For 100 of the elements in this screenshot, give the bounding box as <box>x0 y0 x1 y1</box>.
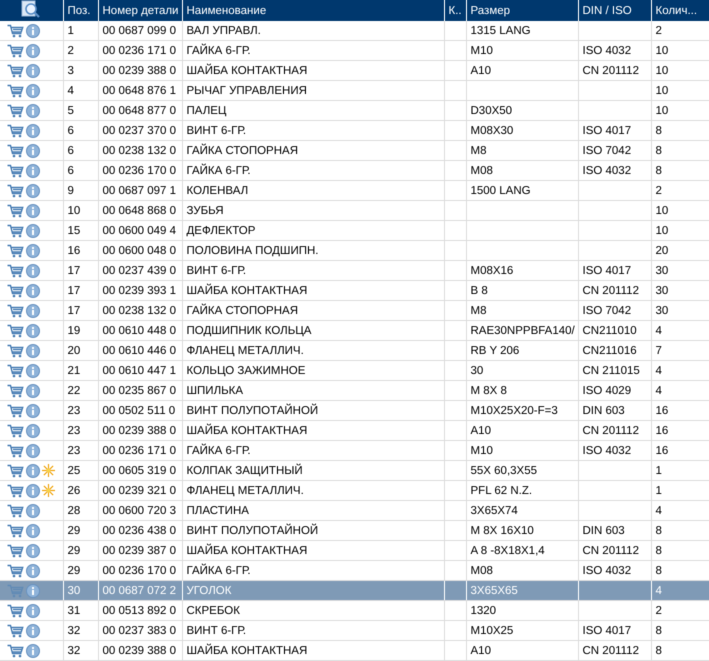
cart-icon[interactable] <box>7 564 24 578</box>
table-row[interactable]: 2 00 0236 171 0 ГАЙКА 6-ГР. M10 ISO 4032 10 <box>0 40 709 60</box>
cart-icon[interactable] <box>7 224 24 238</box>
info-icon[interactable] <box>26 304 40 318</box>
table-row[interactable]: 31 00 0513 892 0 СКРЕБОК 1320 2 <box>0 600 709 620</box>
info-icon[interactable] <box>26 124 40 138</box>
info-icon[interactable] <box>26 484 40 498</box>
info-icon[interactable] <box>26 224 40 238</box>
cart-icon[interactable] <box>7 184 24 198</box>
cart-icon[interactable] <box>7 624 24 638</box>
table-row[interactable]: 32 00 0237 383 0 ВИНТ 6-ГР. M10X25 ISO 4017 8 <box>0 620 709 640</box>
info-icon[interactable] <box>26 624 40 638</box>
cart-icon[interactable] <box>7 324 24 338</box>
table-row[interactable]: 20 00 0610 446 0 ФЛАНЕЦ МЕТАЛЛИЧ. RB Y 206 CN211016 7 <box>0 340 709 360</box>
table-row[interactable]: 29 00 0239 387 0 ШАЙБА КОНТАКТНАЯ A 8 -8X18X1,4 CN 201112 8 <box>0 540 709 560</box>
cart-icon[interactable] <box>7 644 24 658</box>
cart-icon[interactable] <box>7 44 24 58</box>
info-icon[interactable] <box>26 44 40 58</box>
info-icon[interactable] <box>26 144 40 158</box>
table-row[interactable]: 32 00 0239 388 0 ШАЙБА КОНТАКТНАЯ A10 CN 201112 8 <box>0 640 709 660</box>
info-icon[interactable] <box>26 524 40 538</box>
table-row[interactable]: 28 00 0600 720 3 ПЛАСТИНА 3X65X74 4 <box>0 500 709 520</box>
cart-icon[interactable] <box>7 364 24 378</box>
cart-icon[interactable] <box>7 304 24 318</box>
info-icon[interactable] <box>26 64 40 78</box>
cart-icon[interactable] <box>7 484 24 498</box>
table-row[interactable]: 19 00 0610 448 0 ПОДШИПНИК КОЛЬЦА RAE30NPPBFA140/ CN211010 4 <box>0 320 709 340</box>
table-row[interactable]: 10 00 0648 868 0 ЗУБЬЯ 10 <box>0 200 709 220</box>
column-header[interactable]: Размер <box>466 0 578 21</box>
table-row[interactable]: 1 00 0687 099 0 ВАЛ УПРАВЛ. 1315 LANG 2 <box>0 21 709 40</box>
table-row[interactable]: 17 00 0238 132 0 ГАЙКА СТОПОРНАЯ M8 ISO 7042 30 <box>0 300 709 320</box>
cart-icon[interactable] <box>7 24 24 38</box>
info-icon[interactable] <box>26 24 40 38</box>
cart-icon[interactable] <box>7 504 24 518</box>
info-icon[interactable] <box>26 604 40 618</box>
info-icon[interactable] <box>26 404 40 418</box>
cart-icon[interactable] <box>7 524 24 538</box>
cart-icon[interactable] <box>7 164 24 178</box>
table-row[interactable]: 5 00 0648 877 0 ПАЛЕЦ D30X50 10 <box>0 100 709 120</box>
table-row[interactable]: 22 00 0235 867 0 ШПИЛЬКА M 8X 8 ISO 4029 4 <box>0 380 709 400</box>
table-row[interactable]: 23 00 0236 171 0 ГАЙКА 6-ГР. M10 ISO 4032 16 <box>0 440 709 460</box>
cart-icon[interactable] <box>7 344 24 358</box>
info-icon[interactable] <box>26 84 40 98</box>
table-row[interactable]: 9 00 0687 097 1 КОЛЕНВАЛ 1500 LANG 2 <box>0 180 709 200</box>
cart-icon[interactable] <box>7 244 24 258</box>
info-icon[interactable] <box>26 164 40 178</box>
info-icon[interactable] <box>26 544 40 558</box>
cart-icon[interactable] <box>7 444 24 458</box>
table-row[interactable]: 29 00 0236 438 0 ВИНТ ПОЛУПОТАЙНОЙ M 8X 16X10 DIN 603 8 <box>0 520 709 540</box>
cart-icon[interactable] <box>7 604 24 618</box>
info-icon[interactable] <box>26 444 40 458</box>
info-icon[interactable] <box>26 364 40 378</box>
info-icon[interactable] <box>26 384 40 398</box>
table-row[interactable]: 16 00 0600 048 0 ПОЛОВИНА ПОДШИПН. 20 <box>0 240 709 260</box>
info-icon[interactable] <box>26 424 40 438</box>
info-icon[interactable] <box>26 464 40 478</box>
table-row[interactable]: 21 00 0610 447 1 КОЛЬЦО ЗАЖИМНОЕ 30 CN 211015 4 <box>0 360 709 380</box>
table-row[interactable]: 25 00 0605 319 0 КОЛПАК ЗАЩИТНЫЙ 55X 60,3X55 1 <box>0 460 709 480</box>
column-header[interactable]: Наименование <box>182 0 444 21</box>
info-icon[interactable] <box>26 324 40 338</box>
info-icon[interactable] <box>26 584 40 598</box>
info-icon[interactable] <box>26 244 40 258</box>
cart-icon[interactable] <box>7 124 24 138</box>
cart-icon[interactable] <box>7 544 24 558</box>
column-header[interactable]: Поз. <box>63 0 98 21</box>
table-row[interactable]: 23 00 0502 511 0 ВИНТ ПОЛУПОТАЙНОЙ M10X25X20-F=3 DIN 603 16 <box>0 400 709 420</box>
table-row[interactable]: 17 00 0237 439 0 ВИНТ 6-ГР. M08X16 ISO 4017 30 <box>0 260 709 280</box>
cart-icon[interactable] <box>7 204 24 218</box>
cart-icon[interactable] <box>7 384 24 398</box>
cart-icon[interactable] <box>7 424 24 438</box>
table-row[interactable]: 6 00 0237 370 0 ВИНТ 6-ГР. M08X30 ISO 4017 8 <box>0 120 709 140</box>
info-icon[interactable] <box>26 504 40 518</box>
column-header[interactable]: Колич... <box>651 0 709 21</box>
table-row[interactable]: 26 00 0239 321 0 ФЛАНЕЦ МЕТАЛЛИЧ. PFL 62 N.Z. 1 <box>0 480 709 500</box>
column-header[interactable]: К.. <box>444 0 466 21</box>
info-icon[interactable] <box>26 284 40 298</box>
info-icon[interactable] <box>26 564 40 578</box>
info-icon[interactable] <box>26 204 40 218</box>
table-row[interactable]: 23 00 0239 388 0 ШАЙБА КОНТАКТНАЯ A10 CN 201112 16 <box>0 420 709 440</box>
column-header[interactable]: Номер детали <box>98 0 182 21</box>
cart-icon[interactable] <box>7 284 24 298</box>
table-row[interactable]: 6 00 0236 170 0 ГАЙКА 6-ГР. M08 ISO 4032 8 <box>0 160 709 180</box>
info-icon[interactable] <box>26 264 40 278</box>
magnifier-icon[interactable] <box>21 0 42 18</box>
cart-icon[interactable] <box>7 404 24 418</box>
table-row[interactable]: 17 00 0239 393 1 ШАЙБА КОНТАКТНАЯ B 8 CN 201112 30 <box>0 280 709 300</box>
table-row[interactable]: 4 00 0648 876 1 РЫЧАГ УПРАВЛЕНИЯ 10 <box>0 80 709 100</box>
cart-icon[interactable] <box>7 64 24 78</box>
table-row[interactable]: 6 00 0238 132 0 ГАЙКА СТОПОРНАЯ M8 ISO 7042 8 <box>0 140 709 160</box>
table-row[interactable]: 3 00 0239 388 0 ШАЙБА КОНТАКТНАЯ A10 CN 201112 10 <box>0 60 709 80</box>
cart-icon[interactable] <box>7 264 24 278</box>
table-row[interactable]: 15 00 0600 049 4 ДЕФЛЕКТОР 10 <box>0 220 709 240</box>
info-icon[interactable] <box>26 184 40 198</box>
column-header[interactable]: DIN / ISO <box>578 0 651 21</box>
info-icon[interactable] <box>26 344 40 358</box>
info-icon[interactable] <box>26 104 40 118</box>
cart-icon[interactable] <box>7 84 24 98</box>
info-icon[interactable] <box>26 644 40 658</box>
cart-icon[interactable] <box>7 144 24 158</box>
cart-icon[interactable] <box>7 464 24 478</box>
